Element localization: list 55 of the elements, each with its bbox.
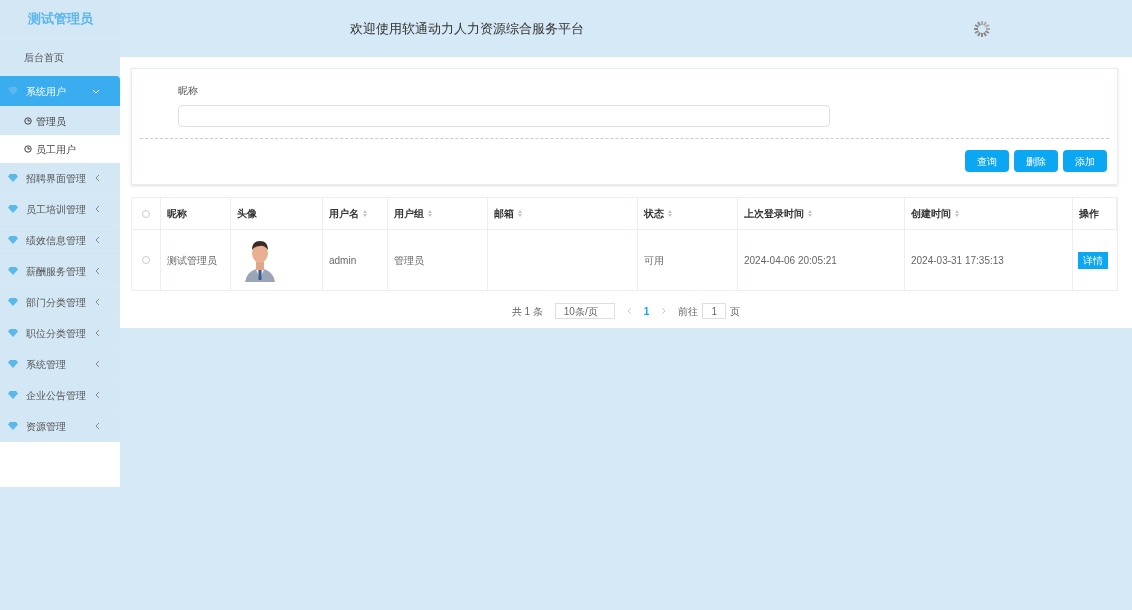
goto-suffix: 页 bbox=[730, 304, 741, 319]
column-header: 邮箱 bbox=[494, 207, 514, 221]
chevron-left-icon bbox=[95, 391, 100, 399]
chevron-down-icon bbox=[92, 88, 100, 94]
column-header: 上次登录时间 bbox=[744, 207, 804, 221]
column-header: 昵称 bbox=[167, 207, 187, 221]
diamond-icon bbox=[8, 87, 18, 95]
table-cell-text: 可用 bbox=[644, 253, 664, 268]
diamond-icon bbox=[8, 391, 18, 399]
table-cell-text: 2024-03-31 17:35:13 bbox=[911, 253, 1004, 268]
sort-icon[interactable] bbox=[808, 210, 812, 217]
diamond-icon bbox=[8, 174, 18, 182]
column-header: 用户名 bbox=[329, 207, 359, 221]
chevron-left-icon bbox=[95, 298, 100, 306]
clock-icon bbox=[24, 117, 32, 125]
total-count: 共 1 条 bbox=[511, 304, 543, 319]
sort-icon[interactable] bbox=[428, 210, 432, 217]
column-header: 状态 bbox=[644, 207, 664, 221]
chevron-left-icon bbox=[95, 236, 100, 244]
page-size-select[interactable]: 10条/页 bbox=[554, 303, 615, 319]
goto-label: 前往 bbox=[678, 304, 699, 319]
diamond-icon bbox=[8, 298, 18, 306]
column-header: 操作 bbox=[1079, 207, 1099, 221]
table-cell-text: 2024-04-06 20:05:21 bbox=[744, 253, 837, 268]
field-label: 昵称 bbox=[178, 84, 199, 98]
chevron-left-icon bbox=[95, 360, 100, 368]
diamond-icon bbox=[8, 236, 18, 244]
previous-page-icon[interactable] bbox=[626, 307, 632, 315]
header-title: 欢迎使用软通动力人力资源综合服务平台 bbox=[350, 19, 585, 38]
loading-spinner-icon bbox=[972, 18, 992, 39]
chevron-left-icon bbox=[95, 205, 100, 213]
clock-icon bbox=[24, 145, 32, 153]
column-header: 头像 bbox=[237, 207, 257, 221]
diamond-icon bbox=[8, 205, 18, 213]
sort-icon[interactable] bbox=[518, 210, 522, 217]
chevron-left-icon bbox=[95, 267, 100, 275]
sort-icon[interactable] bbox=[955, 210, 959, 217]
nickname-input-field[interactable] bbox=[178, 105, 830, 127]
chevron-left-icon bbox=[95, 329, 100, 337]
sort-icon[interactable] bbox=[668, 210, 672, 217]
table-cell-text: admin bbox=[329, 253, 357, 268]
goto-page-field[interactable]: 1 bbox=[702, 303, 727, 319]
column-header: 创建时间 bbox=[911, 207, 951, 221]
column-header: 用户组 bbox=[394, 207, 424, 221]
table-cell-text: 管理员 bbox=[394, 253, 424, 268]
next-page-icon[interactable] bbox=[661, 307, 667, 315]
diamond-icon bbox=[8, 329, 18, 337]
diamond-icon bbox=[8, 267, 18, 275]
diamond-icon bbox=[8, 422, 18, 430]
table-cell-text: 测试管理员 bbox=[167, 253, 217, 268]
diamond-icon bbox=[8, 360, 18, 368]
sort-icon[interactable] bbox=[363, 210, 367, 217]
chevron-left-icon bbox=[95, 422, 100, 430]
sidebar-subitem[interactable]: 员工用户 bbox=[0, 135, 120, 163]
chevron-left-icon bbox=[95, 174, 100, 182]
